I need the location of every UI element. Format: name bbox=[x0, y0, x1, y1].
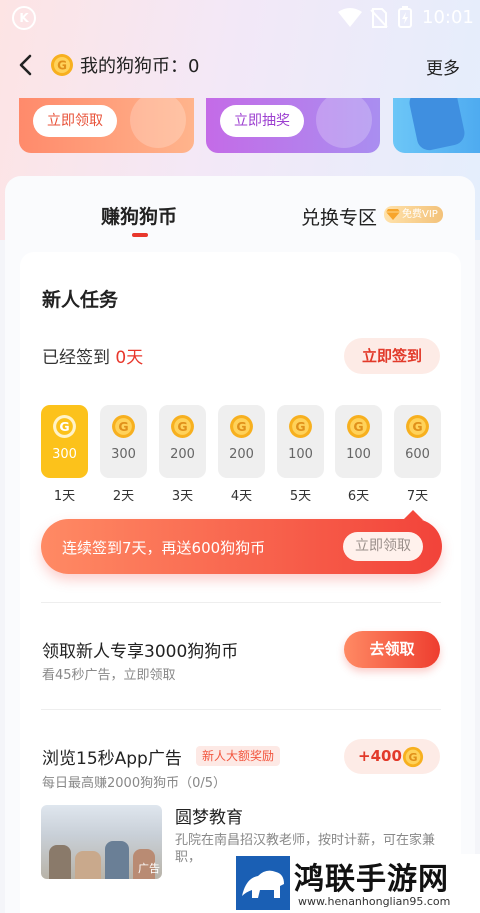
svg-text:G: G bbox=[353, 419, 363, 434]
streak-claim-button[interactable]: 立即领取 bbox=[343, 532, 423, 561]
checkin-day-tile[interactable]: G 600 bbox=[394, 405, 441, 478]
newbie-task-title: 新人任务 bbox=[42, 289, 119, 311]
day-reward-value: 600 bbox=[405, 447, 430, 462]
tab-earn-coins[interactable]: 赚狗狗币 bbox=[101, 202, 177, 229]
day-label: 1天 bbox=[53, 489, 76, 504]
day-reward-value: 200 bbox=[170, 447, 195, 462]
status-time: 10:01 bbox=[422, 7, 474, 28]
day-label: 7天 bbox=[406, 489, 429, 504]
checkin-day-tile[interactable]: G 200 bbox=[159, 405, 206, 478]
coin-icon: G bbox=[53, 415, 76, 438]
svg-text:G: G bbox=[236, 419, 246, 434]
back-icon[interactable] bbox=[14, 51, 40, 79]
day-reward-value: 200 bbox=[229, 447, 254, 462]
svg-text:G: G bbox=[59, 419, 69, 434]
coin-icon: G bbox=[289, 415, 312, 438]
task-title: 领取新人专享3000狗狗币 bbox=[42, 642, 239, 662]
active-tab-indicator bbox=[132, 233, 148, 237]
claim-banner[interactable]: 立即领取 bbox=[19, 98, 194, 153]
svg-text:G: G bbox=[57, 59, 67, 73]
task-title: 浏览15秒App广告 bbox=[42, 749, 182, 769]
svg-text:G: G bbox=[177, 419, 187, 434]
promo-banner[interactable] bbox=[393, 98, 480, 153]
coin-icon: G bbox=[347, 415, 370, 438]
ad-title[interactable]: 圆梦教育 bbox=[175, 803, 243, 828]
tab-exchange-zone[interactable]: 兑换专区 bbox=[301, 203, 377, 230]
wifi-icon bbox=[338, 8, 362, 27]
mascot-decoration bbox=[407, 98, 467, 153]
status-bar: K 10:01 bbox=[0, 0, 480, 34]
divider bbox=[41, 602, 441, 603]
banner-claim-button[interactable]: 立即领取 bbox=[33, 105, 117, 137]
day-reward-value: 100 bbox=[288, 447, 313, 462]
ad-image[interactable]: 广告 bbox=[41, 805, 162, 879]
signed-days-count: 0天 bbox=[115, 348, 144, 368]
coin-icon: G bbox=[230, 415, 253, 438]
task-subtitle: 每日最高赚2000狗狗币（0/5） bbox=[42, 776, 227, 791]
day-reward-value: 100 bbox=[346, 447, 371, 462]
watermark: 鸿联手游网 www.henanhonglian95.com bbox=[232, 854, 480, 913]
coin-icon: G bbox=[112, 415, 135, 438]
day-label: 2天 bbox=[112, 489, 135, 504]
go-claim-button[interactable]: 去领取 bbox=[344, 631, 440, 668]
banner-lottery-button[interactable]: 立即抽奖 bbox=[220, 105, 304, 137]
day-reward-value: 300 bbox=[52, 447, 77, 462]
divider bbox=[41, 709, 441, 710]
no-sim-icon bbox=[370, 8, 388, 28]
ad-figure bbox=[75, 851, 101, 879]
svg-text:G: G bbox=[118, 419, 128, 434]
ad-figure bbox=[49, 845, 71, 879]
bison-logo-icon bbox=[236, 856, 290, 910]
coin-decoration bbox=[130, 98, 186, 148]
task-tag: 新人大额奖励 bbox=[196, 746, 281, 766]
checkin-day-tile[interactable]: G 200 bbox=[218, 405, 265, 478]
signed-label: 已经签到 bbox=[42, 348, 116, 368]
checkin-day-tile[interactable]: G 100 bbox=[277, 405, 324, 478]
sign-in-button[interactable]: 立即签到 bbox=[344, 338, 440, 374]
day-label: 4天 bbox=[230, 489, 253, 504]
coin-icon: G bbox=[171, 415, 194, 438]
day-reward-value: 300 bbox=[111, 447, 136, 462]
reward-amount: +400 bbox=[358, 747, 402, 765]
lottery-decoration bbox=[316, 98, 372, 148]
streak-reward-text: 连续签到7天，再送600狗狗币 bbox=[62, 539, 266, 557]
day-label: 6天 bbox=[347, 489, 370, 504]
svg-text:G: G bbox=[408, 751, 417, 764]
ad-badge: 广告 bbox=[138, 862, 160, 875]
coin-icon: G bbox=[51, 54, 73, 76]
checkin-day-tile[interactable]: G 300 bbox=[41, 405, 88, 478]
ad-figure bbox=[105, 841, 129, 879]
svg-text:G: G bbox=[412, 419, 422, 434]
diamond-icon bbox=[386, 209, 400, 220]
watermark-url: www.henanhonglian95.com bbox=[298, 895, 451, 908]
page-title: 我的狗狗币：0 bbox=[80, 56, 200, 77]
coin-icon: G bbox=[406, 415, 429, 438]
battery-icon bbox=[398, 6, 412, 28]
watermark-title: 鸿联手游网 bbox=[294, 862, 449, 897]
more-button[interactable]: 更多 bbox=[426, 54, 460, 79]
lottery-banner[interactable]: 立即抽奖 bbox=[206, 98, 380, 153]
checkin-day-tile[interactable]: G 300 bbox=[100, 405, 147, 478]
nav-bar: G 我的狗狗币：0 更多 bbox=[0, 42, 480, 88]
day-label: 5天 bbox=[289, 489, 312, 504]
signed-days-text: 已经签到 0天 bbox=[42, 343, 143, 368]
app-notification-icon: K bbox=[12, 6, 36, 30]
coin-icon: G bbox=[402, 746, 424, 768]
checkin-day-tile[interactable]: G 100 bbox=[335, 405, 382, 478]
svg-text:G: G bbox=[295, 419, 305, 434]
task-subtitle: 看45秒广告，立即领取 bbox=[42, 668, 176, 683]
day-label: 3天 bbox=[171, 489, 194, 504]
